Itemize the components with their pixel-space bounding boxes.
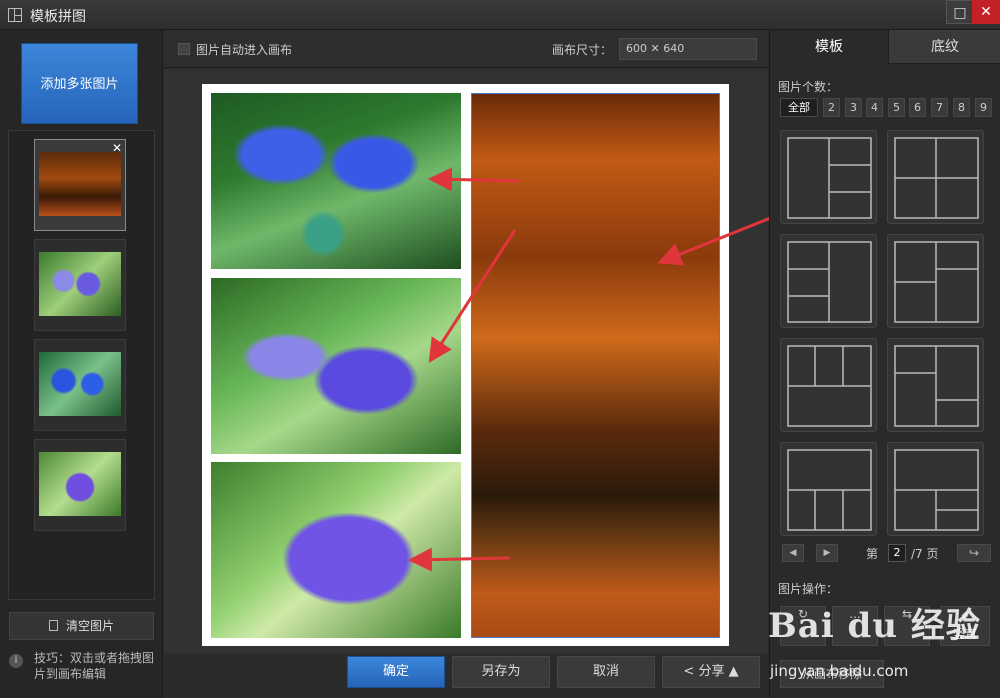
page-next-button[interactable]: ▶ — [816, 544, 838, 562]
count-7[interactable]: 7 — [931, 98, 948, 117]
count-4[interactable]: 4 — [866, 98, 883, 117]
template-preview — [787, 345, 872, 427]
template-preview — [894, 345, 979, 427]
template-8[interactable] — [887, 442, 984, 536]
arrow-3 — [408, 547, 511, 572]
template-7[interactable] — [780, 442, 877, 536]
tab-background[interactable]: 底纹 — [888, 30, 1000, 64]
cancel-button[interactable]: 取消 — [557, 656, 655, 688]
chevron-up-icon: ▲ — [728, 664, 739, 679]
count-2[interactable]: 2 — [823, 98, 840, 117]
share-button[interactable]: < 分享 ▲ — [662, 656, 760, 688]
template-preview — [787, 241, 872, 323]
share-label: 分享 — [698, 664, 725, 679]
page-prefix: 第 — [866, 547, 879, 561]
save-as-button[interactable]: 另存为 — [452, 656, 550, 688]
chevron-left-icon: ◀ — [789, 548, 797, 558]
template-preview — [787, 137, 872, 219]
template-preview — [894, 449, 979, 531]
undo-icon: ↪ — [968, 546, 980, 560]
page-total: /7 页 — [911, 547, 939, 561]
watermark: Bai du 经验 jingyan.baidu.com — [760, 580, 1000, 690]
count-3[interactable]: 3 — [845, 98, 862, 117]
template-preview — [894, 137, 979, 219]
page-number-field[interactable]: 2 — [888, 544, 906, 562]
template-preview — [894, 241, 979, 323]
chevron-right-icon: ▶ — [823, 548, 831, 558]
template-5[interactable] — [780, 338, 877, 432]
template-3[interactable] — [780, 234, 877, 328]
share-icon: < — [683, 664, 695, 679]
template-1[interactable] — [780, 130, 877, 224]
confirm-button[interactable]: 确定 — [347, 656, 445, 688]
count-5[interactable]: 5 — [888, 98, 905, 117]
count-8[interactable]: 8 — [953, 98, 970, 117]
template-preview — [787, 449, 872, 531]
template-4[interactable] — [887, 234, 984, 328]
page-prev-button[interactable]: ◀ — [782, 544, 804, 562]
arrow-2 — [428, 229, 517, 364]
watermark-logo: Bai du 经验 — [768, 606, 981, 646]
count-9[interactable]: 9 — [975, 98, 992, 117]
watermark-url: jingyan.baidu.com — [770, 662, 909, 680]
undo-button[interactable]: ↪ — [957, 544, 991, 562]
tab-template[interactable]: 模板 — [770, 30, 888, 64]
count-all[interactable]: 全部 — [780, 98, 818, 117]
arrow-1 — [428, 167, 521, 192]
template-6[interactable] — [887, 338, 984, 432]
template-2[interactable] — [887, 130, 984, 224]
image-count-label: 图片个数： — [778, 80, 839, 94]
count-6[interactable]: 6 — [909, 98, 926, 117]
